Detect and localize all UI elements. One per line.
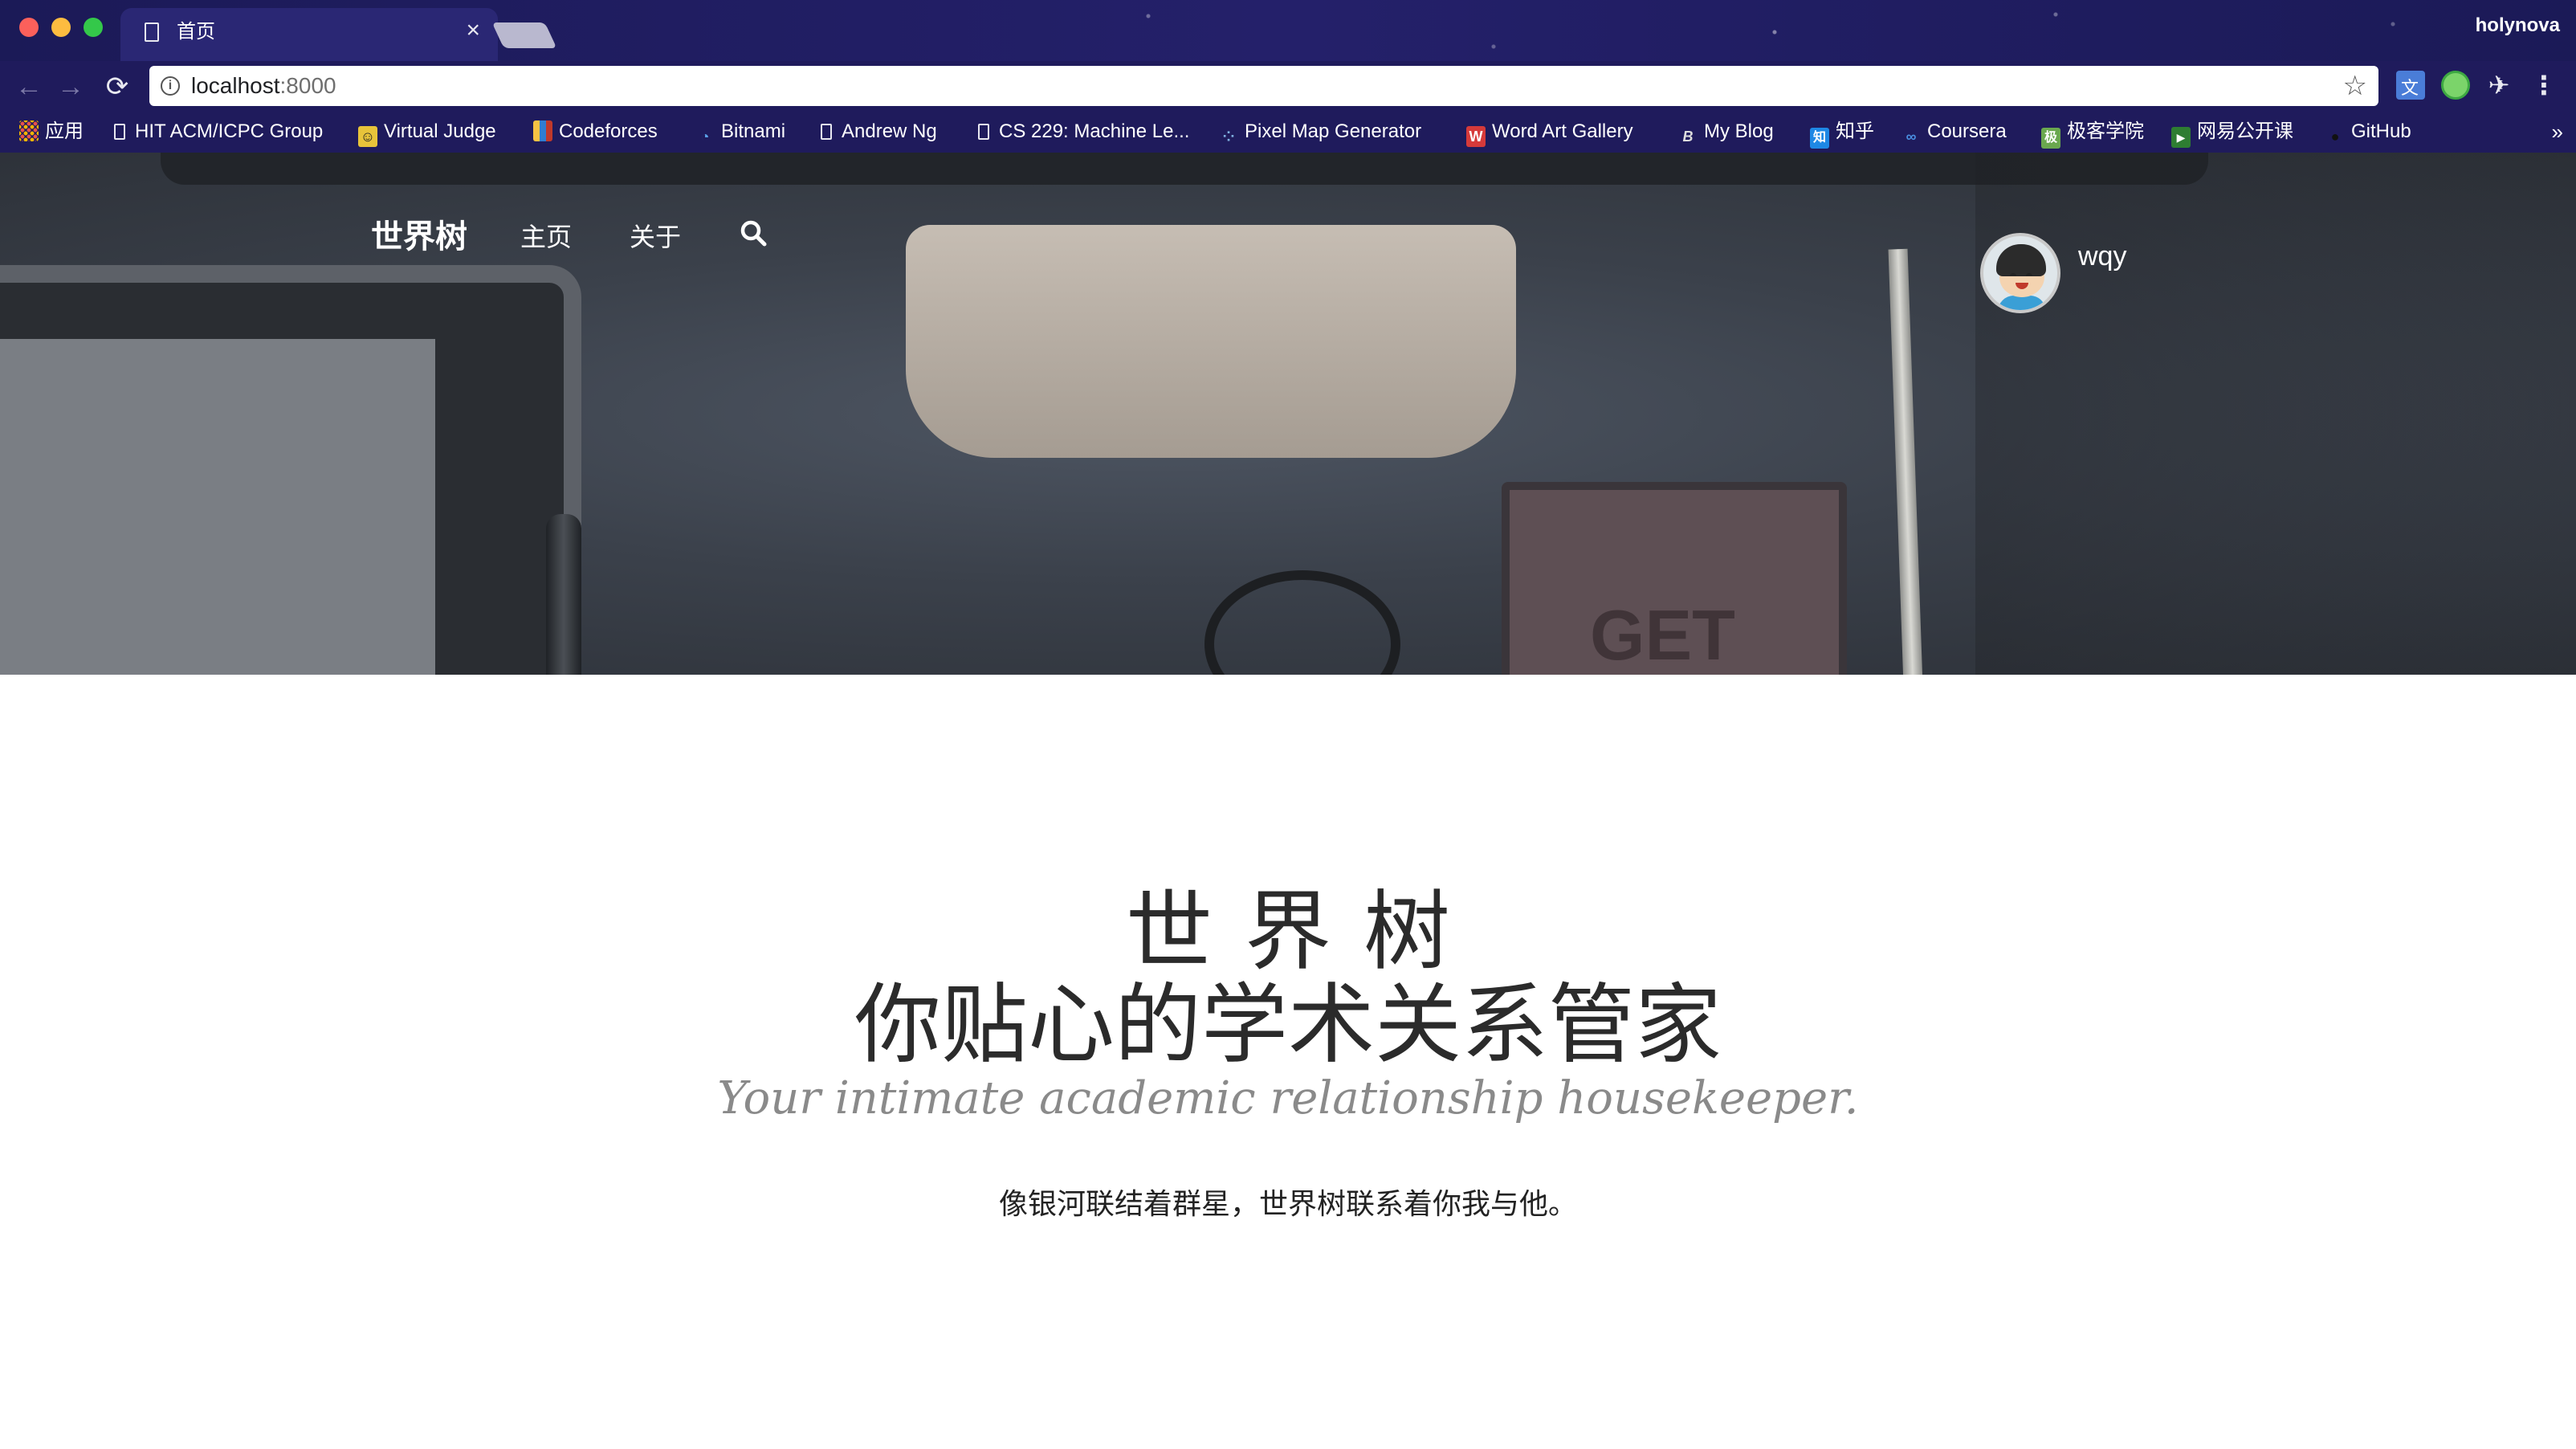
page-subtitle: 你贴心的学术关系管家	[854, 976, 1722, 1073]
hero-photo-pen	[546, 514, 581, 675]
page-icon	[821, 124, 832, 140]
blog-icon: B	[1682, 129, 1694, 145]
motto-text: 像银河联结着群星，世界树联系着你我与他。	[998, 1187, 1577, 1220]
address-bar[interactable]: i localhost:8000 ☆	[149, 66, 2378, 106]
bookmark-zhihu[interactable]: 知知乎	[1810, 117, 1874, 149]
bookmark-pixel-map[interactable]: ⁘ Pixel Map Generator	[1219, 117, 1421, 146]
reload-icon[interactable]: ⟳	[100, 69, 135, 104]
bird-extension-icon[interactable]: ✈	[2484, 71, 2513, 100]
english-tagline: Your intimate academic relationship hous…	[717, 1072, 1859, 1125]
codeforces-icon	[533, 120, 552, 141]
tab-title: 首页	[177, 21, 215, 43]
browser-tab-active[interactable]: 首页 ×	[120, 8, 498, 61]
site-brand-link[interactable]: 世界树	[371, 210, 467, 257]
window-zoom-button[interactable]	[84, 18, 103, 37]
translate-extension-icon[interactable]	[2396, 71, 2425, 100]
bookmarks-overflow-icon[interactable]: »	[2552, 117, 2563, 146]
bookmark-apps[interactable]: 应用	[19, 117, 84, 146]
hero-photo-tablet	[0, 265, 581, 675]
bookmark-coursera[interactable]: ∞ Coursera	[1901, 117, 2007, 146]
hero-photo-glasses	[1204, 570, 1400, 675]
nav-home-link[interactable]: 主页	[520, 217, 572, 254]
page-icon	[114, 124, 125, 140]
hero-photo-notebook-text: GET	[1590, 595, 1735, 675]
site-info-icon[interactable]: i	[161, 76, 180, 96]
bitnami-icon: ◔	[700, 129, 710, 145]
bookmark-hit-acm[interactable]: HIT ACM/ICPC Group	[111, 117, 323, 146]
netease-icon: ▶	[2171, 127, 2191, 148]
bookmark-bitnami[interactable]: ◔ Bitnami	[695, 117, 785, 146]
page-title: 世界树	[1125, 883, 1482, 980]
hero-photo-mouse	[906, 225, 1516, 458]
user-name-link[interactable]: wqy	[2078, 241, 2126, 272]
zhihu-icon: 知	[1810, 128, 1829, 149]
coursera-icon: ∞	[1906, 129, 1917, 145]
page-icon	[145, 22, 159, 42]
jike-icon: 极	[2041, 128, 2060, 149]
github-icon: ●	[2330, 129, 2340, 145]
window-minimize-button[interactable]	[51, 18, 71, 37]
bookmark-jike[interactable]: 极极客学院	[2041, 117, 2144, 149]
back-arrow-icon[interactable]: ←	[11, 69, 47, 104]
page-icon	[978, 124, 989, 140]
forward-arrow-icon[interactable]: →	[53, 69, 88, 104]
bookmark-virtual-judge[interactable]: ☺ Virtual Judge	[358, 117, 496, 147]
bookmarks-bar: 应用 HIT ACM/ICPC Group ☺ Virtual Judge Cod…	[0, 111, 2576, 153]
tab-close-icon[interactable]: ×	[466, 18, 480, 43]
hero-photo-notebook: GET	[1502, 482, 1847, 675]
browser-toolbar: ← → ⟳ i localhost:8000 ☆ ✈ ⋮	[0, 61, 2576, 111]
hero-shadow	[1975, 153, 2576, 675]
wordart-icon: W	[1466, 126, 1486, 147]
window-close-button[interactable]	[19, 18, 39, 37]
apps-grid-icon	[19, 120, 39, 141]
hero-photo-monitor	[161, 153, 2208, 185]
green-extension-icon[interactable]	[2441, 71, 2470, 100]
pixelmap-icon: ⁘	[1222, 129, 1235, 145]
bookmark-word-art[interactable]: W Word Art Gallery	[1466, 117, 1633, 147]
bookmark-my-blog[interactable]: B My Blog	[1678, 117, 1774, 146]
url-text[interactable]: localhost:8000	[191, 73, 336, 99]
bookmark-codeforces[interactable]: Codeforces	[533, 117, 658, 146]
browser-menu-icon[interactable]: ⋮	[2529, 71, 2558, 100]
search-icon[interactable]	[739, 218, 768, 247]
bookmark-cs229[interactable]: CS 229: Machine Le...	[975, 117, 1189, 146]
nav-about-link[interactable]: 关于	[630, 217, 681, 254]
bookmark-github[interactable]: ● GitHub	[2325, 117, 2411, 146]
bookmark-andrew-ng[interactable]: Andrew Ng	[817, 117, 937, 146]
hero-photo-pencil	[1888, 248, 1925, 675]
new-tab-button[interactable]	[491, 22, 557, 48]
user-avatar[interactable]	[1980, 233, 2060, 313]
bookmark-star-icon[interactable]: ☆	[2343, 71, 2367, 101]
browser-tab-strip: 首页 × holynova	[0, 0, 2576, 61]
bookmark-netease[interactable]: ▶ 网易公开课	[2171, 117, 2293, 148]
vjudge-icon: ☺	[358, 126, 377, 147]
browser-profile-name[interactable]: holynova	[2476, 14, 2560, 37]
